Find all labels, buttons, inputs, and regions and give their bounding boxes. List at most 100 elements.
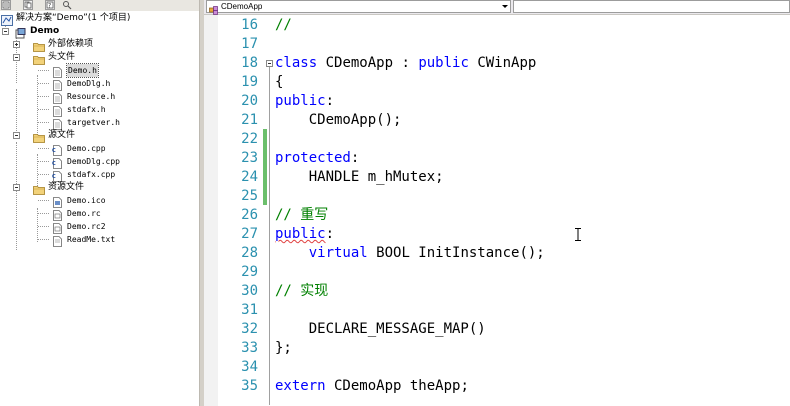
- tree-item-label: Demo.h: [66, 63, 99, 78]
- text-cursor-icon: [575, 228, 581, 241]
- code-line[interactable]: 35 extern CDemoApp theApp;: [204, 377, 790, 396]
- tree-file-item[interactable]: ReadMe.txt: [0, 233, 199, 247]
- code-line[interactable]: 29: [204, 263, 790, 282]
- tree-connector: [38, 148, 49, 149]
- tree-connector: [38, 174, 49, 175]
- line-number: 22: [241, 131, 258, 147]
- code-token: CDemoApp();: [275, 112, 402, 128]
- tree-file-item[interactable]: stdafx.h: [0, 103, 199, 117]
- code-text: // 重写: [275, 206, 328, 225]
- tree-file-item[interactable]: Demo.h: [0, 63, 199, 78]
- tree-item-label: ReadMe.txt: [67, 235, 116, 244]
- tree-file-item[interactable]: Cstdafx.cpp: [0, 168, 199, 182]
- class-dropdown-value: CDemoApp: [221, 2, 263, 11]
- chevron-down-icon[interactable]: [502, 5, 508, 8]
- code-text: extern CDemoApp theApp;: [275, 377, 469, 396]
- view-class-diagram-icon[interactable]: [62, 0, 72, 10]
- tree-connector: [38, 109, 49, 110]
- line-number: 17: [241, 36, 258, 52]
- member-dropdown[interactable]: [513, 0, 790, 13]
- tree-item-label: stdafx.cpp: [67, 170, 116, 179]
- tree-connector: [38, 226, 49, 227]
- code-token: HANDLE m_hMutex;: [275, 169, 444, 185]
- code-line[interactable]: 31: [204, 301, 790, 320]
- line-number: 23: [241, 150, 258, 166]
- collapse-expander[interactable]: [2, 28, 9, 35]
- tree-folder-item[interactable]: 源文件: [0, 129, 199, 143]
- class-dropdown[interactable]: CDemoApp: [206, 0, 511, 15]
- tree-folder-item[interactable]: 外部依赖项: [0, 38, 199, 52]
- tree-file-item[interactable]: C DemoDlg.cpp: [0, 155, 199, 169]
- code-text: };: [275, 339, 292, 358]
- code-line[interactable]: 17: [204, 35, 790, 54]
- code-line[interactable]: 24 HANDLE m_hMutex;: [204, 168, 790, 187]
- code-line[interactable]: 25: [204, 187, 790, 206]
- line-number: 30: [241, 283, 258, 299]
- tree-file-item[interactable]: targetver.h: [0, 116, 199, 130]
- header-file-icon: [52, 117, 63, 130]
- line-number: 29: [241, 264, 258, 280]
- code-line[interactable]: 18 class CDemoApp : public CWinApp: [204, 54, 790, 73]
- tree-connector: [38, 70, 49, 71]
- tree-folder-item[interactable]: 资源文件: [0, 181, 199, 195]
- header-file-icon: [52, 78, 63, 91]
- tree-file-item[interactable]: Demo.rc: [0, 207, 199, 221]
- collapse-icon[interactable]: [13, 54, 20, 61]
- comment-token: //: [275, 17, 292, 33]
- tree-item-label: targetver.h: [67, 118, 120, 127]
- code-line[interactable]: 34: [204, 358, 790, 377]
- line-number: 18: [241, 55, 258, 71]
- code-line[interactable]: 27 public:: [204, 225, 790, 244]
- tree-folder-item[interactable]: 头文件: [0, 51, 199, 65]
- tree-connector: [38, 200, 49, 201]
- keyword-token: virtual: [308, 245, 368, 261]
- project-icon: [15, 26, 26, 39]
- header-file-icon: [52, 91, 63, 104]
- code-text: DECLARE_MESSAGE_MAP(): [275, 320, 486, 339]
- tree-connector: [38, 213, 49, 214]
- tree-item-label: Resource.h: [67, 92, 116, 101]
- solution-explorer-toolbar: ?: [0, 0, 199, 11]
- svg-text:?: ?: [48, 3, 51, 10]
- collapse-icon[interactable]: [13, 132, 20, 139]
- code-line[interactable]: 28 virtual BOOL InitInstance();: [204, 244, 790, 263]
- solution-node[interactable]: 解决方案“Demo”(1 个项目): [0, 12, 199, 26]
- code-line[interactable]: 19 {: [204, 73, 790, 92]
- code-line[interactable]: 32 DECLARE_MESSAGE_MAP(): [204, 320, 790, 339]
- expand-icon[interactable]: [13, 41, 20, 48]
- refresh-icon[interactable]: ?: [45, 0, 55, 10]
- code-line[interactable]: 16 //: [204, 16, 790, 35]
- keyword-token: class: [275, 55, 318, 71]
- code-line[interactable]: 26 // 重写: [204, 206, 790, 225]
- tree-item-label: 资源文件: [48, 182, 85, 192]
- line-number: 28: [241, 245, 258, 261]
- tree-file-item[interactable]: Demo.rc2: [0, 220, 199, 234]
- show-all-files-icon[interactable]: [23, 0, 33, 10]
- code-line[interactable]: 23 protected:: [204, 149, 790, 168]
- tree-file-item[interactable]: Resource.h: [0, 90, 199, 104]
- solution-label: 解决方案“Demo”(1 个项目): [16, 13, 131, 23]
- solution-explorer: ? 解决方案“Demo”(1 个项目) Demo 外部依赖项 头文件 Demo.…: [0, 0, 199, 406]
- folder-open-icon: [33, 182, 45, 195]
- code-line[interactable]: 33};: [204, 339, 790, 358]
- collapse-icon[interactable]: [13, 184, 20, 191]
- code-line[interactable]: 30 // 实现: [204, 282, 790, 301]
- keyword-token: extern: [275, 378, 326, 394]
- code-line[interactable]: 22: [204, 130, 790, 149]
- code-token: CDemoApp :: [317, 55, 419, 71]
- folder-icon: [33, 39, 45, 52]
- line-number: 32: [241, 321, 258, 337]
- tree-file-item[interactable]: DemoDlg.h: [0, 77, 199, 91]
- properties-icon[interactable]: [1, 0, 11, 10]
- tree-connector: [38, 161, 49, 162]
- tree-file-item[interactable]: C Demo.cpp: [0, 142, 199, 156]
- code-line[interactable]: 20 public:: [204, 92, 790, 111]
- tree-item-label: Demo.rc2: [67, 222, 106, 231]
- code-token: CDemoApp theApp;: [325, 378, 469, 394]
- project-node[interactable]: Demo: [0, 25, 199, 39]
- code-token: };: [275, 340, 292, 356]
- line-number: 19: [241, 74, 258, 90]
- tree-file-item[interactable]: Demo.ico: [0, 194, 199, 208]
- code-line[interactable]: 21 CDemoApp();: [204, 111, 790, 130]
